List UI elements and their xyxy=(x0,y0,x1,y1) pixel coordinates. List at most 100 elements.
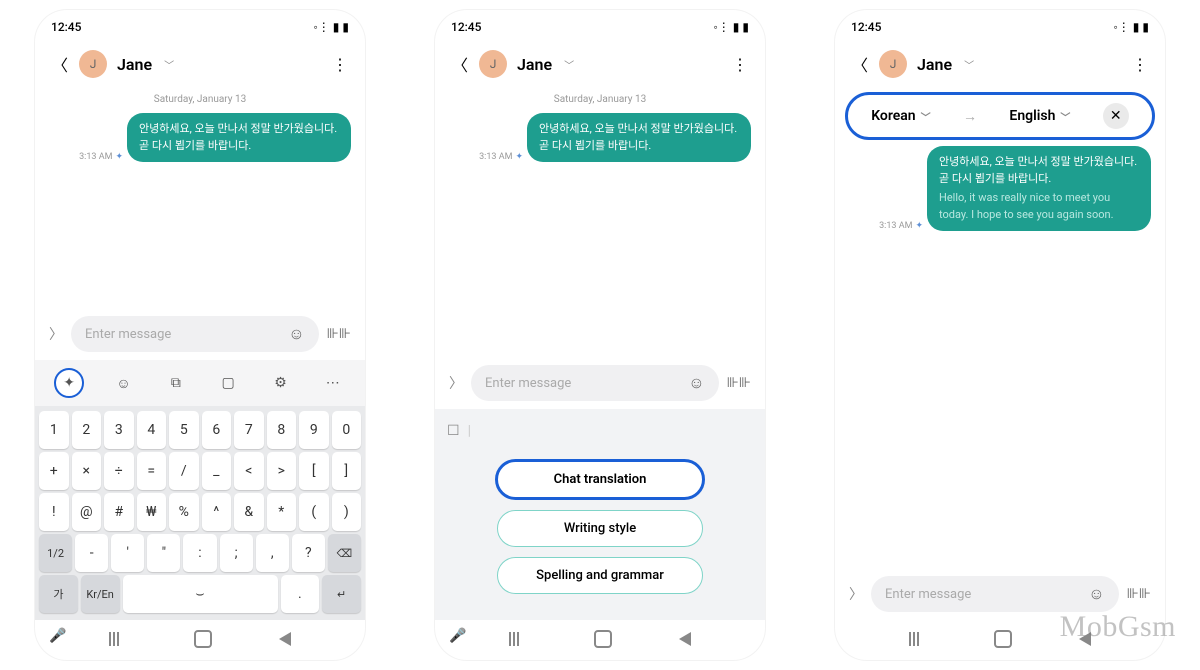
key[interactable]: - xyxy=(75,534,108,572)
key[interactable]: _ xyxy=(202,452,232,490)
emoji-button[interactable]: ☺ xyxy=(110,370,136,396)
key[interactable]: ! xyxy=(39,493,69,531)
source-language[interactable]: Korean﹀ xyxy=(871,108,930,124)
key[interactable]: ^ xyxy=(202,493,232,531)
chevron-down-icon[interactable]: ﹀ xyxy=(964,57,974,72)
chat-header: 〈 J Jane ﹀ ⋮ xyxy=(435,40,765,88)
back-button[interactable] xyxy=(1079,632,1091,646)
period-key[interactable]: . xyxy=(281,575,320,613)
key[interactable]: 0 xyxy=(332,411,362,449)
recents-button[interactable] xyxy=(909,632,927,646)
key[interactable]: / xyxy=(169,452,199,490)
key[interactable]: ' xyxy=(111,534,144,572)
more-icon[interactable]: ⋮ xyxy=(331,55,349,74)
key[interactable]: > xyxy=(267,452,297,490)
key[interactable]: < xyxy=(234,452,264,490)
recents-button[interactable] xyxy=(509,632,527,646)
lang-key-1[interactable]: 가 xyxy=(39,575,78,613)
back-icon[interactable]: 〈 xyxy=(851,52,869,76)
more-button[interactable]: ⋯ xyxy=(320,370,346,396)
key[interactable]: = xyxy=(137,452,167,490)
key[interactable]: , xyxy=(256,534,289,572)
key[interactable]: × xyxy=(72,452,102,490)
key[interactable]: + xyxy=(39,452,69,490)
emoji-icon[interactable]: ☺ xyxy=(1088,584,1104,604)
key[interactable]: ) xyxy=(332,493,362,531)
expand-icon[interactable]: 〉 xyxy=(449,373,463,393)
backspace-key[interactable]: ⌫ xyxy=(328,534,361,572)
home-button[interactable] xyxy=(994,630,1012,648)
more-icon[interactable]: ⋮ xyxy=(1131,55,1149,74)
emoji-icon[interactable]: ☺ xyxy=(288,324,304,344)
close-button[interactable]: ✕ xyxy=(1103,103,1129,129)
clipboard-button[interactable]: ▢ xyxy=(215,370,241,396)
back-button[interactable] xyxy=(279,632,291,646)
key[interactable]: 9 xyxy=(299,411,329,449)
key[interactable]: ( xyxy=(299,493,329,531)
key[interactable]: ] xyxy=(332,452,362,490)
key[interactable]: [ xyxy=(299,452,329,490)
key[interactable]: ₩ xyxy=(137,493,167,531)
chevron-down-icon[interactable]: ﹀ xyxy=(564,57,574,72)
key[interactable]: 2 xyxy=(72,411,102,449)
key[interactable]: 1 xyxy=(39,411,69,449)
key[interactable]: ÷ xyxy=(104,452,134,490)
key[interactable]: 8 xyxy=(267,411,297,449)
message-bubble-translated[interactable]: 안녕하세요, 오늘 만나서 정말 반가웠습니다. 곧 다시 뵙기를 바랍니다. … xyxy=(927,146,1151,231)
key[interactable]: @ xyxy=(72,493,102,531)
home-button[interactable] xyxy=(594,630,612,648)
space-key[interactable]: ⌣ xyxy=(123,575,278,613)
sticker-button[interactable]: ⧉ xyxy=(163,370,189,396)
contact-name[interactable]: Jane xyxy=(117,55,152,74)
key[interactable]: 6 xyxy=(202,411,232,449)
key[interactable]: 3 xyxy=(104,411,134,449)
expand-icon[interactable]: 〉 xyxy=(849,584,863,604)
contact-name[interactable]: Jane xyxy=(517,55,552,74)
writing-style-button[interactable]: Writing style xyxy=(497,510,703,547)
ai-panel-header: ☐ | xyxy=(447,417,753,445)
chevron-down-icon[interactable]: ﹀ xyxy=(164,57,174,72)
target-language[interactable]: English﹀ xyxy=(1009,108,1070,124)
back-icon[interactable]: 〈 xyxy=(451,52,469,76)
key[interactable]: * xyxy=(267,493,297,531)
mic-icon[interactable]: 🎤 xyxy=(449,628,466,644)
enter-key[interactable]: ↵ xyxy=(322,575,361,613)
voice-record-icon[interactable]: ⊪⊪ xyxy=(1127,586,1151,602)
expand-icon[interactable]: 〉 xyxy=(49,324,63,344)
chat-translation-button[interactable]: Chat translation xyxy=(495,459,705,500)
key[interactable]: 4 xyxy=(137,411,167,449)
symbols-page-key[interactable]: 1/2 xyxy=(39,534,72,572)
key[interactable]: : xyxy=(183,534,216,572)
voice-record-icon[interactable]: ⊪⊪ xyxy=(727,375,751,391)
mic-icon[interactable]: 🎤 xyxy=(49,628,66,644)
spelling-grammar-button[interactable]: Spelling and grammar xyxy=(497,557,703,594)
settings-button[interactable]: ⚙ xyxy=(267,370,293,396)
key[interactable]: 7 xyxy=(234,411,264,449)
key[interactable]: ; xyxy=(220,534,253,572)
more-icon[interactable]: ⋮ xyxy=(731,55,749,74)
key[interactable]: & xyxy=(234,493,264,531)
key[interactable]: ? xyxy=(292,534,325,572)
message-input[interactable]: Enter message ☺ xyxy=(471,365,719,401)
emoji-icon[interactable]: ☺ xyxy=(688,373,704,393)
contact-name[interactable]: Jane xyxy=(917,55,952,74)
back-button[interactable] xyxy=(679,632,691,646)
key[interactable]: " xyxy=(147,534,180,572)
lang-key-2[interactable]: Kr/En xyxy=(81,575,120,613)
home-button[interactable] xyxy=(194,630,212,648)
message-bubble[interactable]: 안녕하세요, 오늘 만나서 정말 반가웠습니다. 곧 다시 뵙기를 바랍니다. xyxy=(527,113,751,162)
message-bubble[interactable]: 안녕하세요, 오늘 만나서 정말 반가웠습니다. 곧 다시 뵙기를 바랍니다. xyxy=(127,113,351,162)
recents-button[interactable] xyxy=(109,632,127,646)
back-icon[interactable]: 〈 xyxy=(51,52,69,76)
key[interactable]: % xyxy=(169,493,199,531)
ai-assist-button[interactable]: ✦ xyxy=(54,368,84,398)
message-input[interactable]: Enter message ☺ xyxy=(871,576,1119,612)
avatar[interactable]: J xyxy=(79,50,107,78)
keyboard-icon[interactable]: ☐ xyxy=(447,423,460,439)
message-input[interactable]: Enter message ☺ xyxy=(71,316,319,352)
key[interactable]: # xyxy=(104,493,134,531)
voice-record-icon[interactable]: ⊪⊪ xyxy=(327,326,351,342)
avatar[interactable]: J xyxy=(879,50,907,78)
key[interactable]: 5 xyxy=(169,411,199,449)
avatar[interactable]: J xyxy=(479,50,507,78)
